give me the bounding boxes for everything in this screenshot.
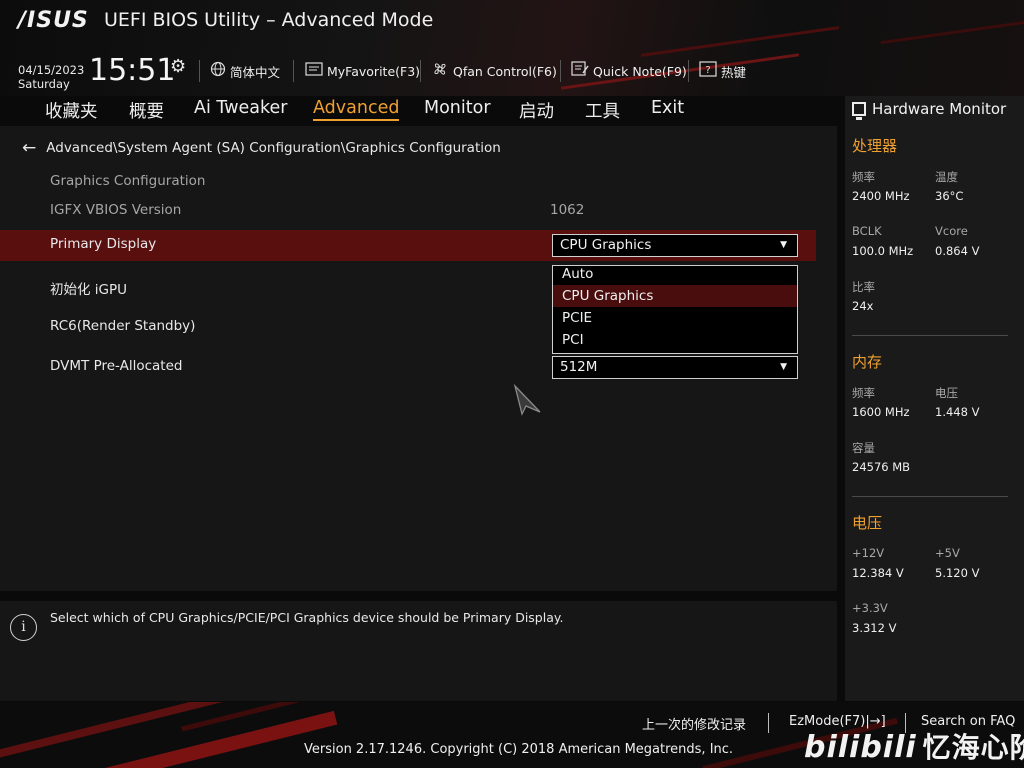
date-text: 04/15/2023	[18, 63, 85, 77]
decorative-stripe	[640, 26, 840, 57]
dvmt-label[interactable]: DVMT Pre-Allocated	[50, 358, 182, 374]
svg-text:?: ?	[705, 65, 710, 76]
primary-display-value: CPU Graphics	[560, 237, 652, 253]
dropdown-option-pci[interactable]: PCI	[553, 329, 797, 351]
primary-display-select[interactable]: CPU Graphics ▼	[552, 234, 798, 257]
bilibili-logo: bilibili	[804, 730, 917, 765]
clock-time: 15:51	[89, 53, 176, 88]
vcore-label: Vcore	[935, 224, 968, 238]
tab-monitor[interactable]: Monitor	[424, 98, 491, 118]
v12-value: 12.384 V	[852, 566, 904, 580]
favorite-icon	[305, 62, 323, 80]
mem-cap-value: 24576 MB	[852, 460, 911, 474]
caret-down-icon: ▼	[780, 362, 787, 372]
toolbar-divider	[688, 60, 689, 82]
cpu-temp-value: 36°C	[935, 189, 964, 203]
dropdown-option-auto[interactable]: Auto	[553, 263, 797, 285]
tab-ai-tweaker[interactable]: Ai Tweaker	[194, 98, 287, 118]
weekday-text: Saturday	[18, 77, 70, 91]
v12-label: +12V	[852, 546, 885, 560]
tab-exit[interactable]: Exit	[651, 98, 684, 118]
bclk-value: 100.0 MHz	[852, 244, 914, 258]
section-divider	[852, 335, 1008, 336]
vbios-label: IGFX VBIOS Version	[50, 202, 182, 218]
decorative-stripe	[42, 710, 338, 768]
dvmt-select[interactable]: 512M ▼	[552, 356, 798, 379]
vcore-value: 0.864 V	[935, 244, 980, 258]
fan-icon	[431, 60, 449, 82]
help-icon: ?	[699, 61, 717, 81]
bclk-label: BCLK	[852, 224, 882, 238]
myfavorite-button[interactable]: MyFavorite(F3)	[305, 61, 420, 81]
cpu-freq-label: 频率	[852, 170, 875, 184]
init-igpu-label[interactable]: 初始化 iGPU	[50, 278, 127, 298]
tab-favorites[interactable]: 收藏夹	[45, 98, 98, 123]
back-arrow-icon[interactable]: ←	[22, 138, 36, 158]
tab-tool[interactable]: 工具	[585, 98, 620, 123]
v33-value: 3.312 V	[852, 621, 897, 635]
hotkeys-button[interactable]: ? 热键	[699, 61, 746, 81]
tab-advanced[interactable]: Advanced	[313, 98, 400, 121]
language-button[interactable]: 简体中文	[210, 61, 280, 81]
rc6-label[interactable]: RC6(Render Standby)	[50, 318, 195, 334]
primary-display-label[interactable]: Primary Display	[50, 236, 156, 252]
help-text: Select which of CPU Graphics/PCIE/PCI Gr…	[50, 610, 564, 625]
hardware-monitor-title-text: Hardware Monitor	[872, 100, 1007, 118]
cpu-section-title: 处理器	[852, 137, 898, 155]
toolbar-divider	[560, 60, 561, 82]
myfavorite-label: MyFavorite(F3)	[327, 63, 421, 79]
mouse-pointer-icon	[512, 383, 542, 420]
cpu-freq-value: 2400 MHz	[852, 189, 910, 203]
date-display: 04/15/2023 Saturday	[18, 63, 84, 91]
asus-logo: /ISUS	[18, 8, 89, 33]
note-icon	[571, 61, 589, 81]
footer-divider	[768, 713, 769, 733]
v5-label: +5V	[935, 546, 960, 560]
mem-freq-label: 频率	[852, 386, 875, 400]
section-divider	[852, 496, 1008, 497]
mem-volt-value: 1.448 V	[935, 405, 980, 419]
dropdown-option-cpu-graphics[interactable]: CPU Graphics	[553, 285, 797, 307]
v33-label: +3.3V	[852, 601, 888, 615]
hotkeys-label: 热键	[721, 64, 747, 80]
gear-icon[interactable]: ⚙	[170, 56, 186, 77]
info-icon: i	[10, 614, 37, 641]
toolbar-divider	[293, 60, 294, 82]
breadcrumb[interactable]: ← Advanced\System Agent (SA) Configurati…	[22, 138, 501, 158]
language-label: 简体中文	[230, 64, 281, 80]
ratio-value: 24x	[852, 299, 874, 313]
tab-main[interactable]: 概要	[129, 98, 164, 123]
section-title: Graphics Configuration	[50, 173, 206, 189]
memory-section-title: 内存	[852, 353, 883, 371]
hardware-monitor-title: Hardware Monitor	[852, 100, 1007, 120]
monitor-icon	[852, 102, 866, 120]
v5-value: 5.120 V	[935, 566, 980, 580]
ratio-label: 比率	[852, 280, 875, 294]
primary-display-dropdown[interactable]: Auto CPU Graphics PCIE PCI	[552, 265, 798, 354]
decorative-stripe	[880, 18, 1024, 45]
mem-cap-label: 容量	[852, 441, 875, 455]
quicknote-label: Quick Note(F9)	[593, 63, 687, 79]
watermark-text: 忆海心阶	[922, 731, 1024, 764]
qfan-label: Qfan Control(F6)	[453, 63, 557, 79]
dvmt-value: 512M	[560, 359, 598, 375]
toolbar-divider	[420, 60, 421, 82]
vbios-value: 1062	[550, 202, 585, 218]
dropdown-option-pcie[interactable]: PCIE	[553, 307, 797, 329]
bilibili-watermark: bilibili忆海心阶	[804, 726, 1024, 766]
cpu-temp-label: 温度	[935, 170, 958, 184]
copyright-text: Version 2.17.1246. Copyright (C) 2018 Am…	[304, 742, 734, 757]
globe-icon	[210, 61, 226, 81]
last-modified-link[interactable]: 上一次的修改记录	[642, 714, 746, 733]
mem-volt-label: 电压	[935, 386, 958, 400]
caret-down-icon: ▼	[780, 240, 787, 250]
quicknote-button[interactable]: Quick Note(F9)	[571, 61, 687, 81]
toolbar-divider	[199, 60, 200, 82]
app-title: UEFI BIOS Utility – Advanced Mode	[104, 9, 434, 31]
mem-freq-value: 1600 MHz	[852, 405, 910, 419]
breadcrumb-path: Advanced\System Agent (SA) Configuration…	[46, 140, 501, 156]
voltage-section-title: 电压	[852, 514, 883, 532]
qfan-button[interactable]: Qfan Control(F6)	[431, 61, 557, 81]
tab-boot[interactable]: 启动	[519, 98, 554, 123]
